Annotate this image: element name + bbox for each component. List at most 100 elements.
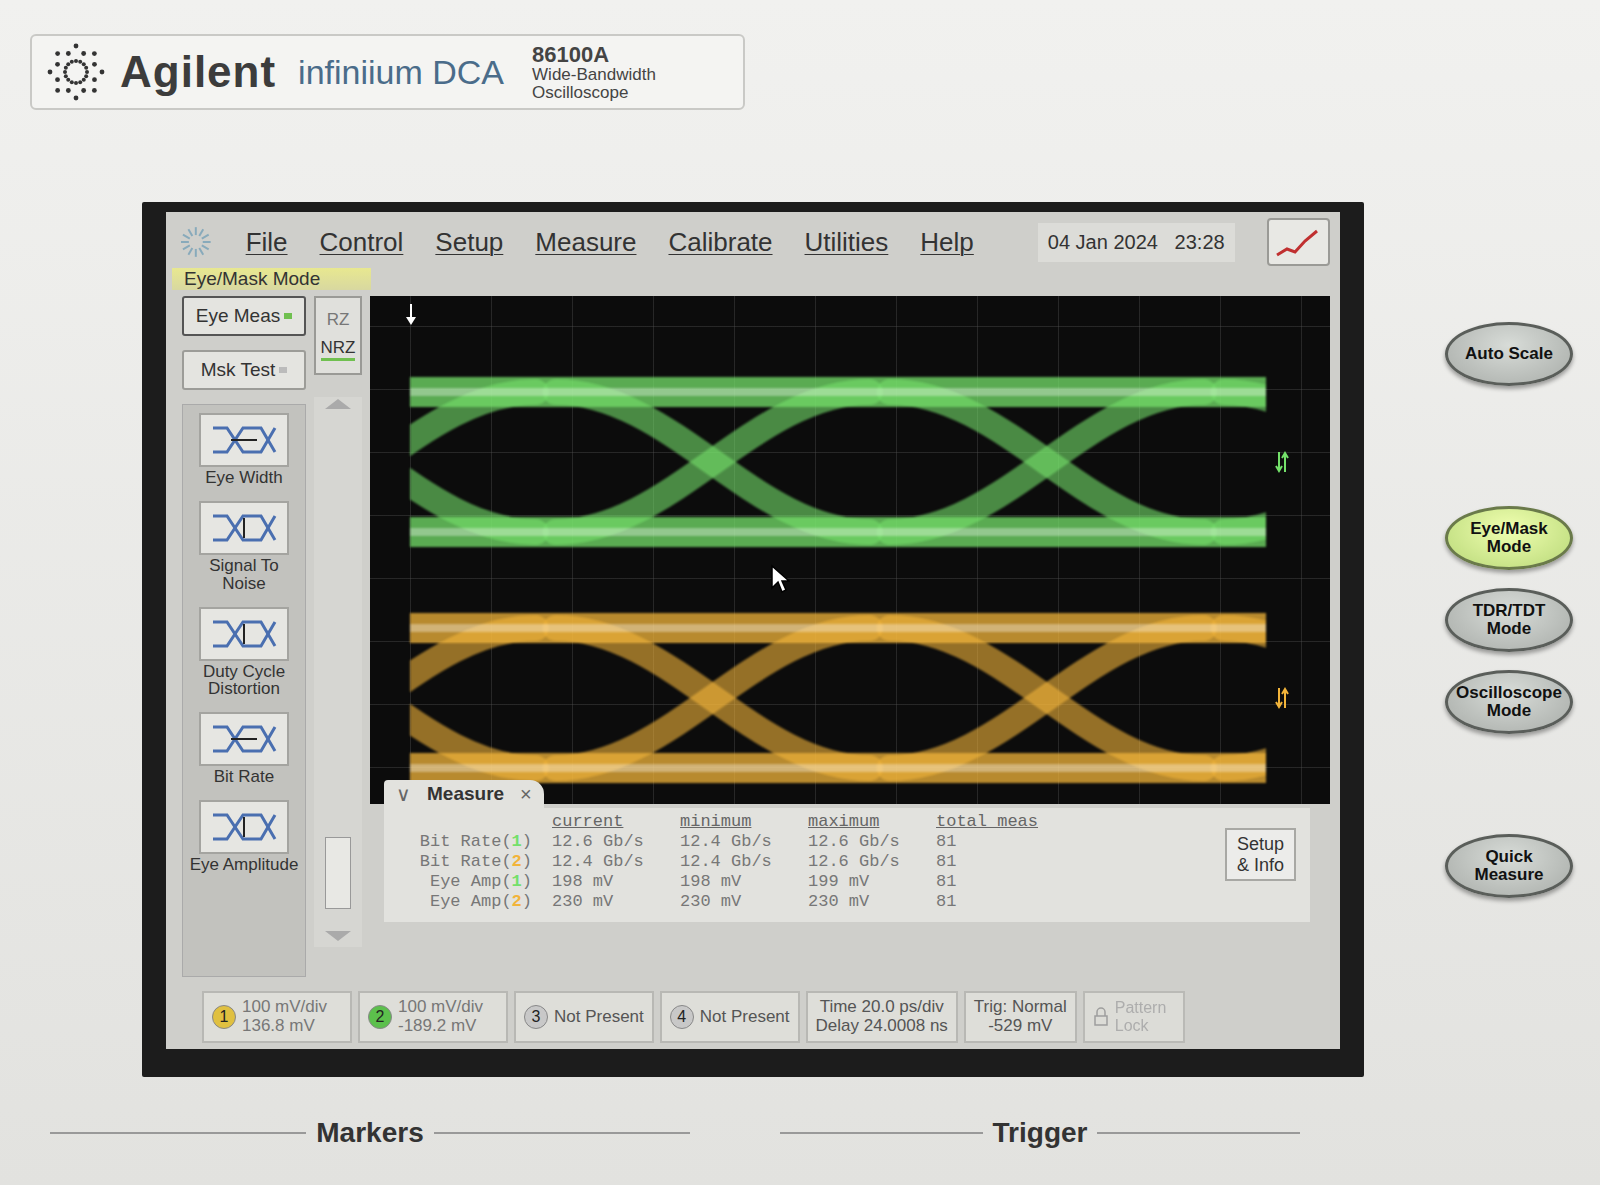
column-header: minimum xyxy=(680,812,808,832)
channel-setting[interactable]: 2 100 mV/div-189.2 mV xyxy=(358,991,508,1043)
menu-item[interactable]: File xyxy=(246,227,288,258)
table-cell: 81 xyxy=(936,872,1056,892)
tool-button[interactable] xyxy=(199,501,289,555)
panel-group: Trigger xyxy=(780,1117,1300,1149)
menu-item[interactable]: Setup xyxy=(435,227,503,258)
left-panel: Eye Meas Msk Test Eye Width Signal To No… xyxy=(172,296,306,977)
timebase-line: Delay 24.0008 ns xyxy=(816,1017,948,1036)
channel-level-marker-icon[interactable] xyxy=(1274,686,1290,710)
front-panel-button[interactable]: Auto Scale xyxy=(1445,322,1573,386)
tool-label: Eye Amplitude xyxy=(190,856,299,874)
scroll-down-icon[interactable] xyxy=(323,929,353,947)
measure-tool[interactable]: Duty Cycle Distortion xyxy=(187,607,301,699)
format-panel: RZ NRZ xyxy=(314,296,362,977)
channel-setting[interactable]: 4 Not Present xyxy=(660,991,800,1043)
menu-item[interactable]: Help xyxy=(920,227,973,258)
toggle-label: Msk Test xyxy=(201,359,276,381)
date-time: 04 Jan 2024 23:28 xyxy=(1038,223,1235,262)
measure-tool[interactable]: Signal To Noise xyxy=(187,501,301,593)
setup-info-button[interactable]: Setup& Info xyxy=(1225,828,1296,881)
mouse-cursor-icon xyxy=(770,564,790,594)
format-option[interactable]: NRZ xyxy=(321,338,356,361)
sun-icon[interactable] xyxy=(178,224,214,260)
table-corner xyxy=(412,812,552,832)
lock-icon xyxy=(1093,1007,1109,1027)
button-label: Eye/Mask Mode xyxy=(1462,520,1556,556)
table-cell: 12.4 Gb/s xyxy=(680,852,808,872)
eye-diagram-trace xyxy=(410,364,1266,560)
channel-text: Not Present xyxy=(700,1008,790,1027)
measure-panel: ∨ Measure × currentminimummaximumtotal m… xyxy=(384,780,1310,922)
menu-item[interactable]: Control xyxy=(320,227,404,258)
button-label: Oscilloscope Mode xyxy=(1456,684,1562,720)
table-cell: 81 xyxy=(936,832,1056,852)
timebase-setting[interactable]: Time 20.0 ps/divDelay 24.0008 ns xyxy=(806,991,958,1043)
tool-label: Eye Width xyxy=(205,469,282,487)
channel-setting[interactable]: 1 100 mV/div136.8 mV xyxy=(202,991,352,1043)
scroll-track[interactable] xyxy=(323,415,353,929)
model-block: 86100A Wide-BandwidthOscilloscope xyxy=(532,43,656,102)
channel-level-marker-icon[interactable] xyxy=(1274,450,1290,474)
row-label: Bit Rate(1) xyxy=(412,832,552,852)
toggle-led xyxy=(284,313,292,319)
table-cell: 12.6 Gb/s xyxy=(808,852,936,872)
menu-item[interactable]: Utilities xyxy=(805,227,889,258)
close-button[interactable]: × xyxy=(520,783,532,806)
front-panel-button[interactable]: Oscilloscope Mode xyxy=(1445,670,1573,734)
panel-group: Markers xyxy=(50,1117,690,1149)
menu-bar: File Control Setup Measure Calibrate Utilitie… xyxy=(172,216,1330,268)
scroll-thumb[interactable] xyxy=(325,837,351,909)
timebase-text: Time 20.0 ps/divDelay 24.0008 ns xyxy=(816,998,948,1035)
graph-button[interactable] xyxy=(1267,218,1330,266)
tool-button[interactable] xyxy=(199,712,289,766)
tool-button[interactable] xyxy=(199,607,289,661)
row-label: Eye Amp(2) xyxy=(412,892,552,912)
measure-tool[interactable]: Eye Width xyxy=(187,413,301,487)
table-cell: 198 mV xyxy=(552,872,680,892)
format-toggle[interactable]: RZ NRZ xyxy=(314,296,362,375)
channel-line: 100 mV/div xyxy=(398,998,483,1017)
menu-item[interactable]: Measure xyxy=(535,227,636,258)
channel-text: 100 mV/div136.8 mV xyxy=(242,998,327,1035)
menu-item[interactable]: Calibrate xyxy=(668,227,772,258)
measure-tool[interactable]: Eye Amplitude xyxy=(187,800,301,874)
button-label: Auto Scale xyxy=(1465,345,1553,363)
group-line xyxy=(50,1132,306,1134)
channel-number-badge: 1 xyxy=(212,1005,236,1029)
product-name: infiniium DCA xyxy=(298,53,504,92)
button-label: Quick Measure xyxy=(1462,848,1556,884)
brand-logo: Agilent xyxy=(120,47,276,97)
collapse-button[interactable]: ∨ xyxy=(396,782,411,806)
front-panel-button[interactable]: Eye/Mask Mode xyxy=(1445,506,1573,570)
model-subtitle: Oscilloscope xyxy=(532,84,656,102)
logo-plate: Agilent infiniium DCA 86100A Wide-Bandwi… xyxy=(30,34,745,110)
channel-line: 136.8 mV xyxy=(242,1017,327,1036)
trace-row xyxy=(410,364,1290,560)
trigger-text: Trig: Normal-529 mV xyxy=(974,998,1067,1035)
tool-scrollbar[interactable] xyxy=(314,397,362,947)
mode-toggle-button[interactable]: Msk Test xyxy=(182,350,306,390)
format-option[interactable]: RZ xyxy=(327,310,350,330)
eye-measure-icon xyxy=(209,616,279,652)
mode-toggle-button[interactable]: Eye Meas xyxy=(182,296,306,336)
button-label: TDR/TDT Mode xyxy=(1462,602,1556,638)
scroll-up-icon[interactable] xyxy=(323,397,353,415)
pattern-lock-button[interactable]: Pattern Lock xyxy=(1083,991,1185,1043)
button-label-line: Setup xyxy=(1237,834,1284,855)
eye-diagram-trace xyxy=(410,600,1266,796)
trigger-setting[interactable]: Trig: Normal-529 mV xyxy=(964,991,1077,1043)
model-number: 86100A xyxy=(532,43,656,66)
screen: File Control Setup Measure Calibrate Utilitie… xyxy=(166,212,1340,1049)
tool-list: Eye Width Signal To Noise Duty Cycle Dis… xyxy=(182,404,306,977)
eye-measure-icon xyxy=(209,422,279,458)
measure-tab: ∨ Measure × xyxy=(384,780,544,808)
front-panel-button[interactable]: Quick Measure xyxy=(1445,834,1573,898)
channel-setting[interactable]: 3 Not Present xyxy=(514,991,654,1043)
table-cell: 199 mV xyxy=(808,872,936,892)
tool-label: Duty Cycle Distortion xyxy=(187,663,301,699)
front-panel-button[interactable]: TDR/TDT Mode xyxy=(1445,588,1573,652)
tool-button[interactable] xyxy=(199,413,289,467)
table-cell: 230 mV xyxy=(552,892,680,912)
tool-button[interactable] xyxy=(199,800,289,854)
measure-tool[interactable]: Bit Rate xyxy=(187,712,301,786)
